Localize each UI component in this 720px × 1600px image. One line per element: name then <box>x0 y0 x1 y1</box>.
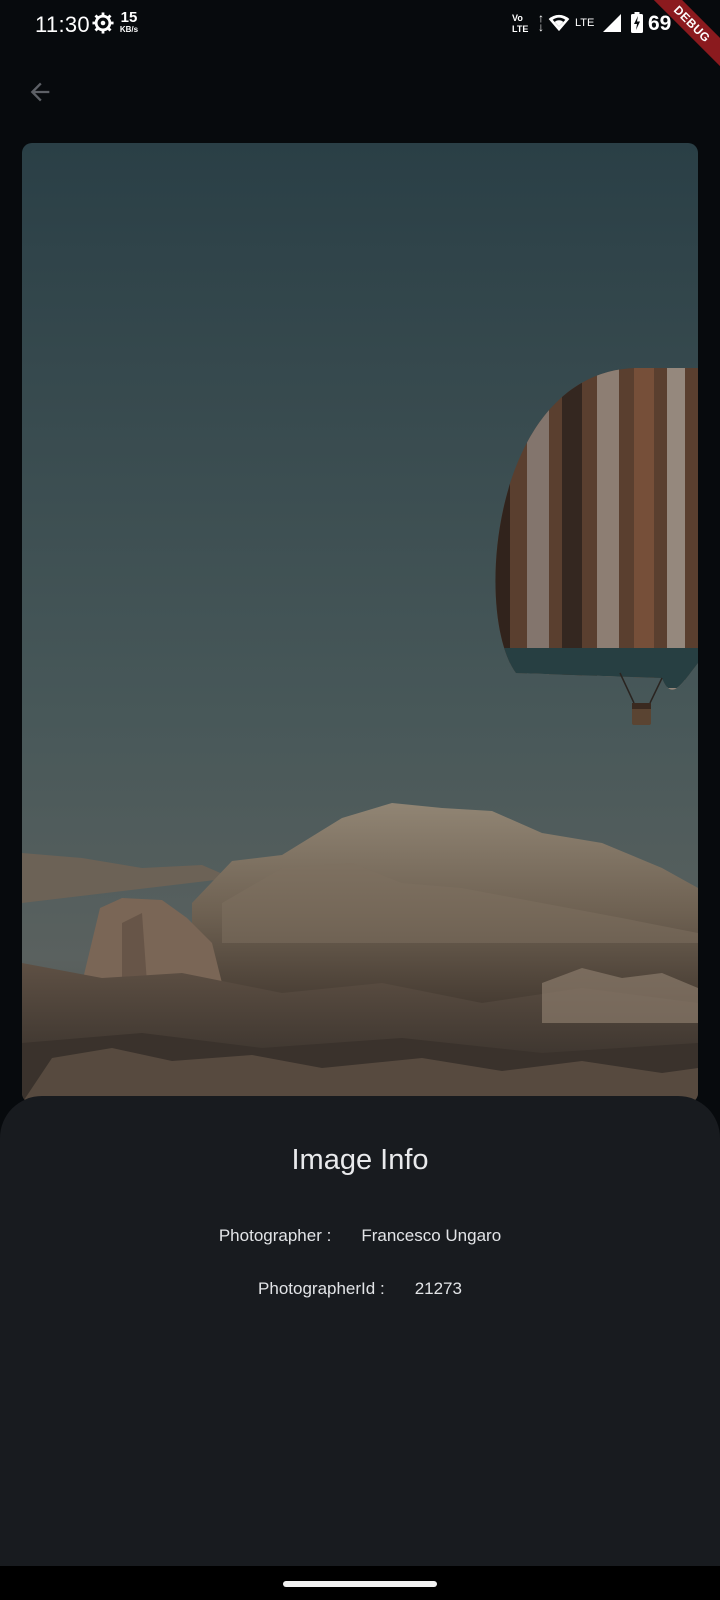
photographer-id-row: PhotographerId : 21273 <box>0 1279 720 1299</box>
wifi-icon <box>548 14 570 32</box>
image-info-sheet: Image Info Photographer : Francesco Unga… <box>0 1096 720 1566</box>
photo <box>22 143 698 1103</box>
photographer-id-label: PhotographerId : <box>258 1279 385 1298</box>
volte-indicator: Vo LTE <box>512 13 528 35</box>
network-speed: 15 KB/s <box>116 9 142 35</box>
photographer-row: Photographer : Francesco Ungaro <box>0 1226 720 1246</box>
network-speed-value: 15 <box>120 9 138 26</box>
image-detail-screen: 11:30 15 KB/s Vo LTE ↑ ↓ LTE 69 DEBUG Im… <box>0 0 720 1600</box>
arrow-left-icon <box>30 82 50 102</box>
battery-percentage: 69 <box>648 12 672 35</box>
photographer-id-value: 21273 <box>414 1279 462 1298</box>
battery-charging-icon <box>631 12 643 33</box>
sheet-title: Image Info <box>291 1144 429 1176</box>
gear-icon <box>92 12 114 34</box>
status-bar: 11:30 15 KB/s Vo LTE ↑ ↓ LTE 69 <box>0 0 720 48</box>
photographer-value: Francesco Ungaro <box>361 1226 502 1245</box>
home-indicator[interactable] <box>283 1581 437 1587</box>
volte-line1: Vo <box>512 13 523 23</box>
data-activity-icon: ↑ ↓ <box>538 11 544 34</box>
lte-label: LTE <box>575 17 595 29</box>
back-button[interactable] <box>18 70 62 114</box>
system-nav-bar <box>0 1566 720 1600</box>
balloon-photo-image <box>22 143 698 1103</box>
volte-line2: LTE <box>512 24 529 34</box>
status-time: 11:30 <box>35 12 90 37</box>
signal-icon <box>603 14 621 32</box>
network-speed-unit: KB/s <box>119 25 139 34</box>
photographer-label: Photographer : <box>218 1226 332 1245</box>
